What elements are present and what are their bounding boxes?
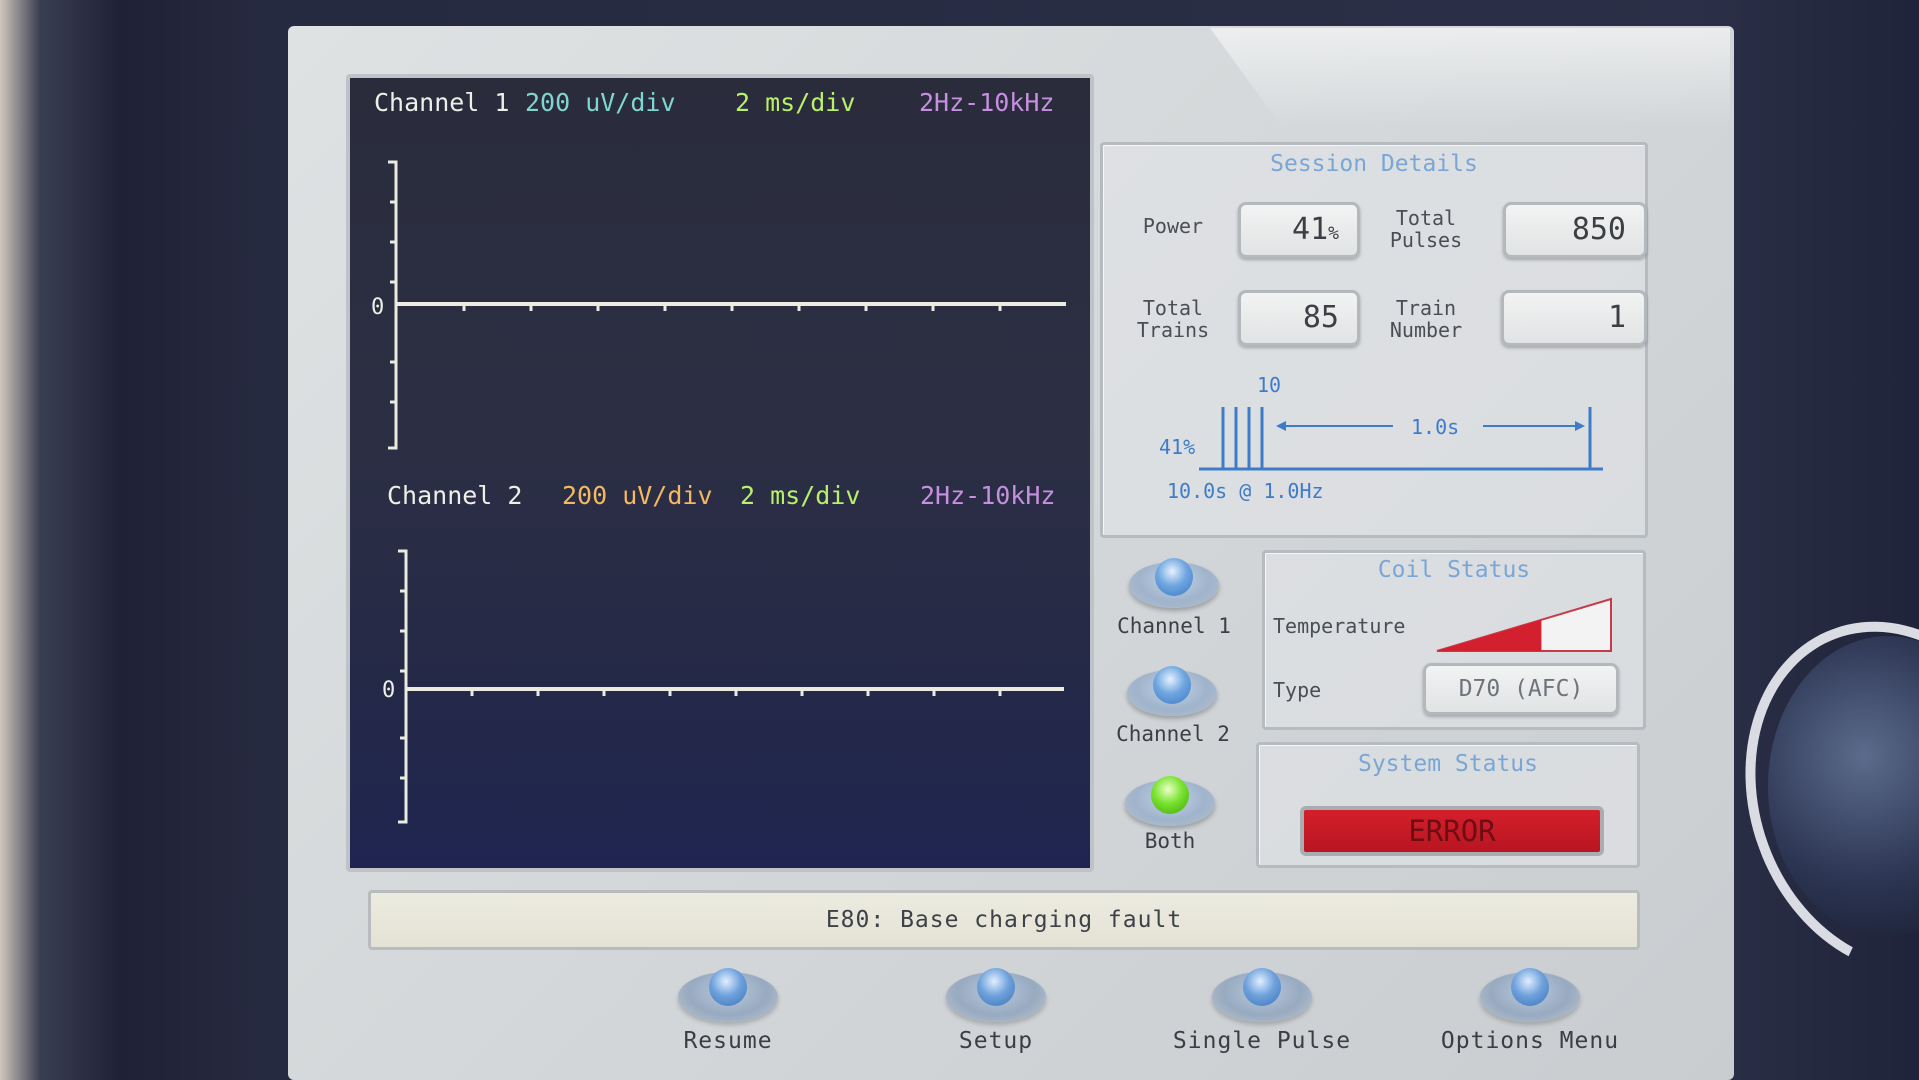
system-status-title: System Status	[1357, 751, 1538, 777]
oscilloscope-display: Channel 1 200 uV/div 2 ms/div 2Hz-10kHz …	[346, 74, 1094, 872]
intensity-label: 41%	[1159, 435, 1196, 459]
scope-traces	[388, 160, 1066, 824]
coil-status-title: Coil Status	[1377, 557, 1531, 583]
system-status-indicator: ERROR	[1300, 806, 1604, 856]
coil-type-field[interactable]: D70 (AFC)	[1423, 663, 1619, 715]
options-menu-label: Options Menu	[1440, 1028, 1620, 1054]
temperature-gauge	[1436, 597, 1612, 652]
temperature-label: Temperature	[1273, 614, 1406, 638]
error-message-bar: E80: Base charging fault	[368, 890, 1640, 950]
channel2-axis	[398, 549, 1064, 824]
setup-label: Setup	[958, 1028, 1034, 1054]
train-desc-label: 10.0s @ 1.0Hz	[1167, 479, 1324, 503]
screen-glare	[1210, 28, 1730, 128]
setup-button[interactable]	[946, 968, 1046, 1022]
resume-label: Resume	[683, 1028, 773, 1054]
channel1-select-label: Channel 1	[1117, 614, 1231, 638]
channel1-axis	[388, 160, 1066, 450]
options-menu-button[interactable]	[1480, 968, 1580, 1022]
coil-status-panel: Coil Status Temperature Type D70 (AFC)	[1262, 550, 1646, 730]
interval-label: 1.0s	[1411, 415, 1460, 439]
type-label: Type	[1273, 678, 1322, 702]
pulse-count-label: 10	[1257, 373, 1282, 397]
both-select-label: Both	[1144, 829, 1196, 853]
resume-button[interactable]	[678, 968, 778, 1022]
single-pulse-label: Single Pulse	[1172, 1028, 1352, 1054]
channel2-select-label: Channel 2	[1116, 722, 1230, 746]
single-pulse-button[interactable]	[1212, 968, 1312, 1022]
channel1-select-button[interactable]	[1129, 558, 1219, 608]
channel2-select-button[interactable]	[1127, 666, 1217, 716]
both-select-button[interactable]	[1125, 776, 1215, 826]
pulse-train-diagram	[1199, 407, 1603, 471]
session-details-panel: Session Details Power 41% Total Pulses 8…	[1100, 142, 1648, 538]
